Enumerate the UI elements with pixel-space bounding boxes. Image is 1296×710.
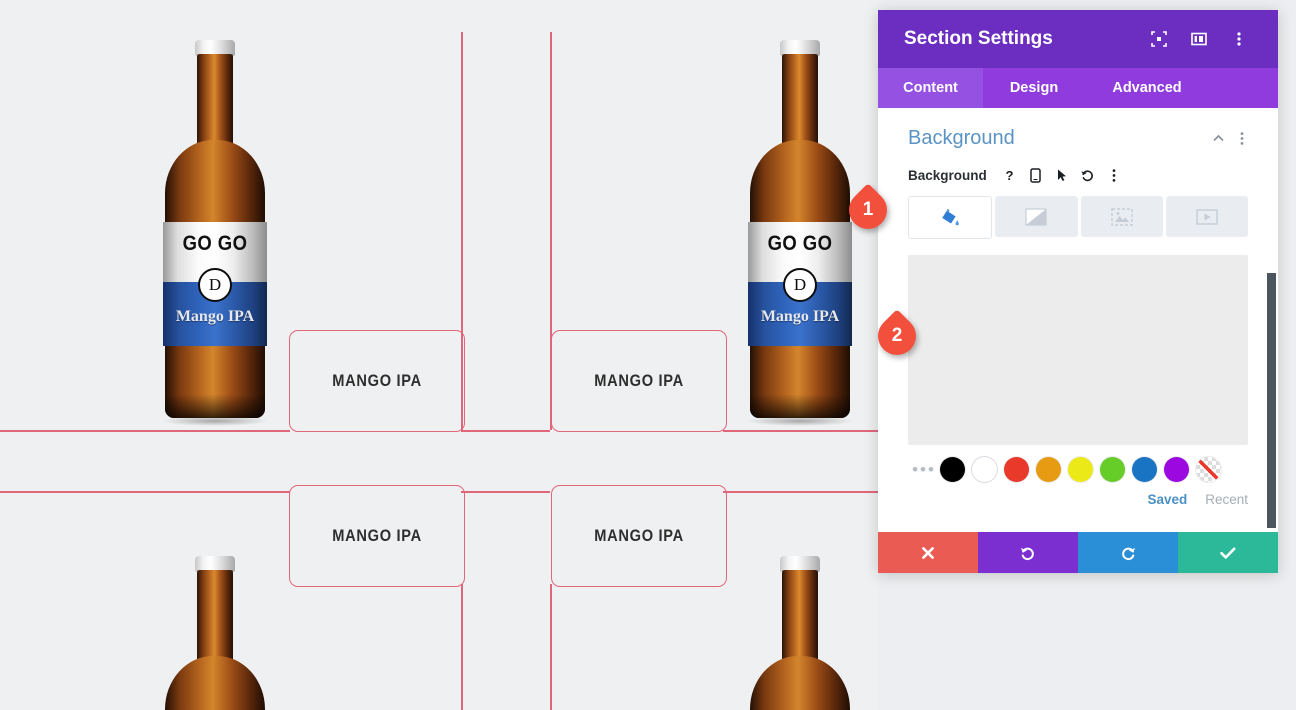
panel-action-bar (878, 532, 1278, 573)
mobile-icon[interactable] (1025, 164, 1047, 186)
product-caption: MANGO IPA (332, 371, 422, 390)
grid-line-horizontal (723, 430, 878, 432)
product-caption: MANGO IPA (594, 526, 684, 545)
tab-design[interactable]: Design (983, 68, 1085, 108)
product-caption: MANGO IPA (332, 526, 422, 545)
product-card: GO GO D Mango IPA (162, 556, 268, 710)
product-card: GO GO D Mango IPA (747, 556, 853, 710)
bgtype-gradient[interactable] (995, 196, 1078, 237)
swatch-yellow[interactable] (1068, 457, 1093, 482)
product-card: GO GO D Mango IPA (746, 40, 854, 426)
swatch-purple[interactable] (1164, 457, 1189, 482)
help-icon[interactable]: ? (999, 164, 1021, 186)
grid-line-horizontal (461, 491, 550, 493)
color-swatch-row: ••• (878, 445, 1278, 482)
bottle-neck (197, 570, 233, 662)
callout-marker-1: 1 (841, 183, 911, 237)
product-caption-box[interactable]: MANGO IPA (551, 485, 727, 587)
callout-marker-2: 2 (870, 309, 940, 363)
more-vertical-icon[interactable] (1224, 24, 1254, 54)
bottle-neck (782, 54, 818, 146)
bottle-body (165, 706, 265, 710)
bottle-shoulder (165, 656, 265, 710)
label-variant: Mango IPA (760, 308, 840, 325)
bgtype-image[interactable] (1080, 196, 1163, 237)
product-caption-box[interactable]: MANGO IPA (289, 485, 465, 587)
cursor-icon[interactable] (1051, 164, 1073, 186)
swatch-orange[interactable] (1036, 457, 1061, 482)
cancel-button[interactable] (878, 532, 978, 573)
swatch-black[interactable] (940, 457, 965, 482)
bgtype-color-fill[interactable] (908, 196, 993, 239)
grid-line-horizontal (723, 491, 878, 493)
tab-recent-colors[interactable]: Recent (1205, 492, 1248, 507)
swatch-blue[interactable] (1132, 457, 1157, 482)
save-button[interactable] (1178, 532, 1278, 573)
more-vertical-icon[interactable] (1230, 126, 1254, 150)
grid-line-horizontal (0, 430, 290, 432)
tab-content[interactable]: Content (878, 68, 983, 108)
chevron-up-icon[interactable] (1206, 126, 1230, 150)
beer-bottle-image: GO GO D Mango IPA (162, 556, 268, 710)
more-colors-icon[interactable]: ••• (908, 460, 940, 480)
background-section-header: Background (878, 108, 1278, 156)
tab-advanced[interactable]: Advanced (1085, 68, 1209, 108)
bottle-body (750, 706, 850, 710)
swatch-red[interactable] (1004, 457, 1029, 482)
builder-canvas: GO GO D Mango IPA MANGO IPA GO GO D Mang… (0, 0, 878, 710)
section-title: Background (908, 126, 1015, 149)
callout-number: 1 (862, 199, 874, 220)
label-variant: Mango IPA (175, 308, 255, 325)
palette-tabs: Saved Recent (878, 482, 1278, 507)
label-brand: GO GO (767, 232, 833, 255)
swatch-white[interactable] (972, 457, 997, 482)
panel-tabs: Content Design Advanced (878, 68, 1278, 108)
bottle-neck (197, 54, 233, 146)
product-card: GO GO D Mango IPA (161, 40, 269, 426)
grid-line-horizontal (461, 430, 550, 432)
label-mark: D (783, 268, 817, 302)
bottle-shoulder (750, 656, 850, 710)
label-brand: GO GO (182, 232, 248, 255)
bottle-label: GO GO D Mango IPA (748, 222, 852, 346)
grid-line-vertical (461, 584, 463, 710)
product-caption-box[interactable]: MANGO IPA (551, 330, 727, 432)
grid-line-vertical (550, 584, 552, 710)
panel-scrollbar[interactable] (1267, 273, 1276, 528)
bottle-label: GO GO D Mango IPA (163, 222, 267, 346)
panel-header: Section Settings (878, 10, 1278, 68)
undo-button[interactable] (978, 532, 1078, 573)
redo-button[interactable] (1078, 532, 1178, 573)
bgtype-video[interactable] (1165, 196, 1248, 237)
product-caption: MANGO IPA (594, 371, 684, 390)
swatch-transparent[interactable] (1196, 457, 1221, 482)
expand-icon[interactable] (1144, 24, 1174, 54)
beer-bottle-image: GO GO D Mango IPA (747, 556, 853, 710)
grid-line-horizontal (0, 491, 290, 493)
background-type-tabs (878, 192, 1278, 239)
panel-title: Section Settings (904, 28, 1053, 49)
color-picker-area[interactable] (908, 255, 1248, 445)
callout-number: 2 (891, 325, 903, 346)
field-label: Background (908, 167, 987, 183)
tab-saved-colors[interactable]: Saved (1147, 492, 1187, 507)
layout-icon[interactable] (1184, 24, 1214, 54)
svg-text:?: ? (1006, 168, 1014, 183)
background-field-row: Background ? (878, 156, 1278, 192)
more-vertical-icon[interactable] (1103, 164, 1125, 186)
label-mark: D (198, 268, 232, 302)
beer-bottle-image: GO GO D Mango IPA (161, 40, 269, 426)
bottle-neck (782, 570, 818, 662)
swatch-green[interactable] (1100, 457, 1125, 482)
beer-bottle-image: GO GO D Mango IPA (746, 40, 854, 426)
product-caption-box[interactable]: MANGO IPA (289, 330, 465, 432)
section-settings-panel: Section Settings Content Design Advanced… (878, 10, 1278, 573)
reset-icon[interactable] (1077, 164, 1099, 186)
